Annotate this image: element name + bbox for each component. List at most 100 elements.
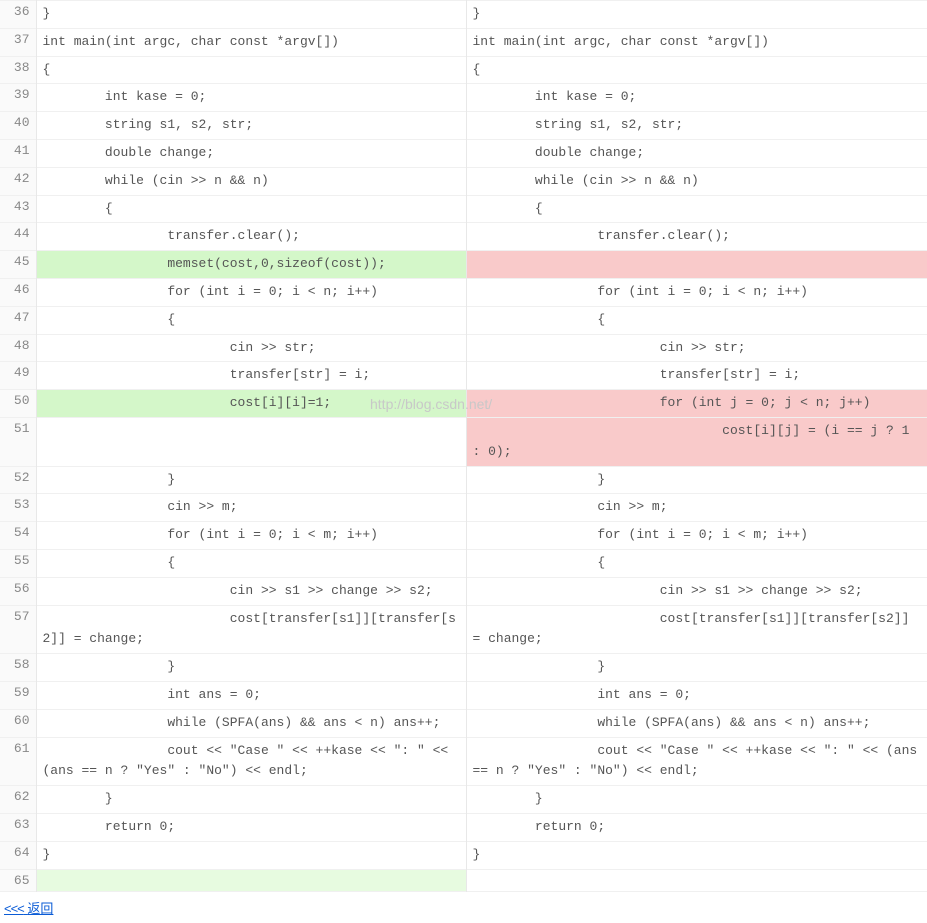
line-number: 59 xyxy=(0,681,36,709)
left-code[interactable]: { xyxy=(36,306,466,334)
left-code[interactable]: cost[i][i]=1; xyxy=(36,390,466,418)
line-number: 43 xyxy=(0,195,36,223)
diff-row: 53 cin >> m; cin >> m; xyxy=(0,494,927,522)
left-code[interactable]: transfer.clear(); xyxy=(36,223,466,251)
right-code[interactable]: { xyxy=(466,195,927,223)
right-code[interactable]: int kase = 0; xyxy=(466,84,927,112)
line-number: 52 xyxy=(0,466,36,494)
left-code[interactable]: { xyxy=(36,195,466,223)
diff-row: 48 cin >> str; cin >> str; xyxy=(0,334,927,362)
right-code[interactable]: { xyxy=(466,549,927,577)
left-code[interactable]: double change; xyxy=(36,139,466,167)
right-code[interactable]: int ans = 0; xyxy=(466,681,927,709)
right-code[interactable]: cin >> s1 >> change >> s2; xyxy=(466,577,927,605)
line-number: 46 xyxy=(0,278,36,306)
left-code[interactable]: } xyxy=(36,466,466,494)
line-number: 51 xyxy=(0,417,36,466)
right-code[interactable]: cin >> m; xyxy=(466,494,927,522)
diff-row: 60 while (SPFA(ans) && ans < n) ans++; w… xyxy=(0,709,927,737)
diff-row: 65 xyxy=(0,869,927,891)
line-number: 49 xyxy=(0,362,36,390)
right-code[interactable]: } xyxy=(466,654,927,682)
right-code[interactable]: string s1, s2, str; xyxy=(466,112,927,140)
left-code[interactable]: cin >> m; xyxy=(36,494,466,522)
line-number: 56 xyxy=(0,577,36,605)
diff-row: 54 for (int i = 0; i < m; i++) for (int … xyxy=(0,522,927,550)
line-number: 42 xyxy=(0,167,36,195)
left-code[interactable]: while (cin >> n && n) xyxy=(36,167,466,195)
left-code[interactable]: cost[transfer[s1]][transfer[s2]] = chang… xyxy=(36,605,466,654)
diff-row: 55 { { xyxy=(0,549,927,577)
right-code[interactable]: } xyxy=(466,1,927,29)
left-code[interactable]: int main(int argc, char const *argv[]) xyxy=(36,28,466,56)
diff-row: 49 transfer[str] = i; transfer[str] = i; xyxy=(0,362,927,390)
diff-row: 50 cost[i][i]=1; for (int j = 0; j < n; … xyxy=(0,390,927,418)
diff-table: 36}}37int main(int argc, char const *arg… xyxy=(0,0,927,892)
diff-row: 39 int kase = 0; int kase = 0; xyxy=(0,84,927,112)
line-number: 65 xyxy=(0,869,36,891)
line-number: 44 xyxy=(0,223,36,251)
left-code[interactable]: int kase = 0; xyxy=(36,84,466,112)
line-number: 54 xyxy=(0,522,36,550)
line-number: 38 xyxy=(0,56,36,84)
right-code[interactable]: { xyxy=(466,306,927,334)
right-code[interactable]: } xyxy=(466,466,927,494)
right-code[interactable]: cost[i][j] = (i == j ? 1 : 0); xyxy=(466,417,927,466)
right-code[interactable] xyxy=(466,869,927,891)
right-code[interactable]: while (SPFA(ans) && ans < n) ans++; xyxy=(466,709,927,737)
right-code[interactable]: } xyxy=(466,841,927,869)
right-code[interactable]: for (int i = 0; i < m; i++) xyxy=(466,522,927,550)
right-code[interactable]: transfer[str] = i; xyxy=(466,362,927,390)
right-code[interactable]: for (int j = 0; j < n; j++) xyxy=(466,390,927,418)
diff-row: 64}} xyxy=(0,841,927,869)
right-code[interactable]: double change; xyxy=(466,139,927,167)
right-code[interactable] xyxy=(466,251,927,279)
left-code[interactable]: int ans = 0; xyxy=(36,681,466,709)
diff-row: 43 { { xyxy=(0,195,927,223)
diff-row: 58 } } xyxy=(0,654,927,682)
right-code[interactable]: cout << "Case " << ++kase << ": " << (an… xyxy=(466,737,927,786)
left-code[interactable]: for (int i = 0; i < n; i++) xyxy=(36,278,466,306)
right-code[interactable]: while (cin >> n && n) xyxy=(466,167,927,195)
left-code[interactable]: } xyxy=(36,1,466,29)
diff-row: 57 cost[transfer[s1]][transfer[s2]] = ch… xyxy=(0,605,927,654)
right-code[interactable]: transfer.clear(); xyxy=(466,223,927,251)
diff-row: 56 cin >> s1 >> change >> s2; cin >> s1 … xyxy=(0,577,927,605)
diff-row: 51 cost[i][j] = (i == j ? 1 : 0); xyxy=(0,417,927,466)
line-number: 53 xyxy=(0,494,36,522)
diff-row: 61 cout << "Case " << ++kase << ": " << … xyxy=(0,737,927,786)
right-code[interactable]: } xyxy=(466,786,927,814)
line-number: 39 xyxy=(0,84,36,112)
right-code[interactable]: { xyxy=(466,56,927,84)
left-code[interactable]: } xyxy=(36,654,466,682)
right-code[interactable]: int main(int argc, char const *argv[]) xyxy=(466,28,927,56)
back-arrow-icon: <<< xyxy=(4,901,24,916)
left-code[interactable]: while (SPFA(ans) && ans < n) ans++; xyxy=(36,709,466,737)
left-code[interactable]: { xyxy=(36,549,466,577)
left-code[interactable]: } xyxy=(36,841,466,869)
left-code[interactable]: transfer[str] = i; xyxy=(36,362,466,390)
diff-row: 44 transfer.clear(); transfer.clear(); xyxy=(0,223,927,251)
left-code[interactable] xyxy=(36,869,466,891)
line-number: 48 xyxy=(0,334,36,362)
left-code[interactable]: cin >> s1 >> change >> s2; xyxy=(36,577,466,605)
left-code[interactable]: cin >> str; xyxy=(36,334,466,362)
left-code[interactable]: return 0; xyxy=(36,813,466,841)
diff-row: 37int main(int argc, char const *argv[])… xyxy=(0,28,927,56)
diff-row: 41 double change; double change; xyxy=(0,139,927,167)
left-code[interactable]: cout << "Case " << ++kase << ": " << (an… xyxy=(36,737,466,786)
right-code[interactable]: cin >> str; xyxy=(466,334,927,362)
right-code[interactable]: return 0; xyxy=(466,813,927,841)
left-code[interactable]: { xyxy=(36,56,466,84)
left-code[interactable]: for (int i = 0; i < m; i++) xyxy=(36,522,466,550)
left-code[interactable]: memset(cost,0,sizeof(cost)); xyxy=(36,251,466,279)
line-number: 50 xyxy=(0,390,36,418)
diff-row: 63 return 0; return 0; xyxy=(0,813,927,841)
left-code[interactable]: } xyxy=(36,786,466,814)
right-code[interactable]: cost[transfer[s1]][transfer[s2]] = chang… xyxy=(466,605,927,654)
back-link[interactable]: <<< 返回 xyxy=(4,898,53,917)
line-number: 60 xyxy=(0,709,36,737)
left-code[interactable] xyxy=(36,417,466,466)
right-code[interactable]: for (int i = 0; i < n; i++) xyxy=(466,278,927,306)
left-code[interactable]: string s1, s2, str; xyxy=(36,112,466,140)
